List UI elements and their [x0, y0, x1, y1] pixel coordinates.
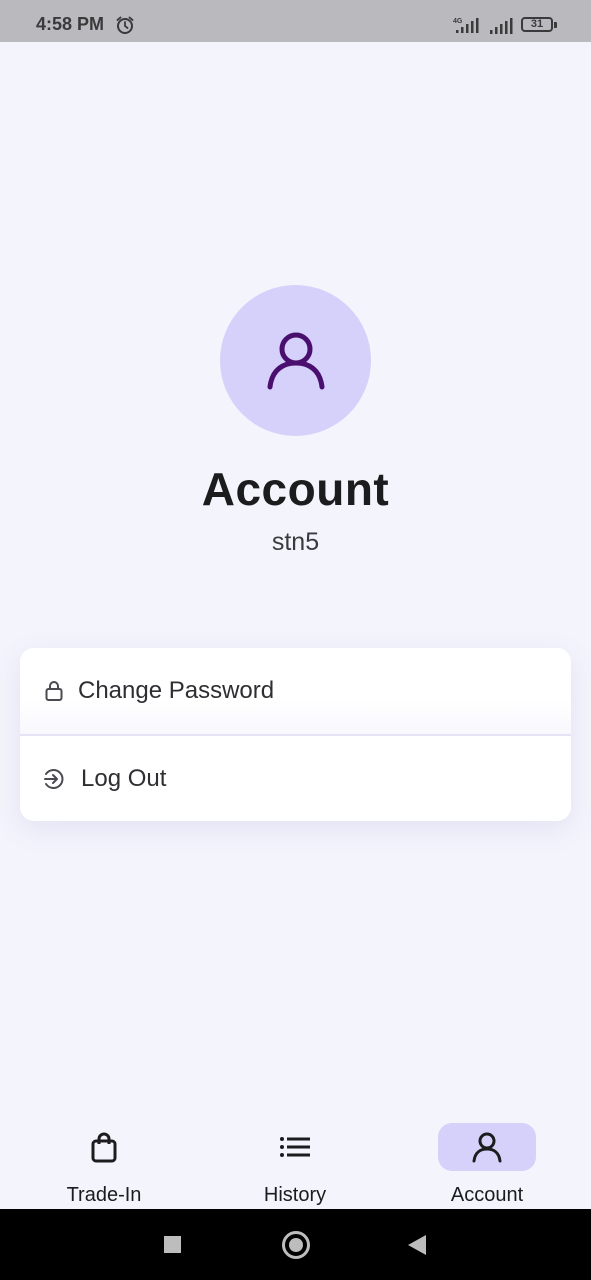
alarm-icon: [116, 16, 134, 34]
lock-icon: [45, 681, 63, 701]
nav-item-account[interactable]: Account: [427, 1108, 547, 1209]
change-password-item[interactable]: Change Password: [20, 648, 571, 736]
battery-icon: 31: [521, 17, 553, 32]
nav-label-history: History: [263, 1184, 327, 1206]
home-icon-inner: [289, 1238, 303, 1252]
battery-level: 31: [530, 18, 544, 30]
shopping-bag-icon: [91, 1132, 117, 1163]
nav-pill-history: [246, 1123, 344, 1171]
battery-tip: [554, 22, 557, 28]
status-time: 4:58 PM: [36, 14, 105, 34]
user-icon: [267, 332, 324, 389]
account-menu-card: Change Password Log Out: [20, 648, 571, 821]
log-out-label: Log Out: [81, 765, 167, 792]
nav-item-trade-in[interactable]: Trade-In: [44, 1108, 164, 1209]
page-title: Account: [201, 463, 390, 515]
nav-pill-account: [438, 1123, 536, 1171]
log-out-item[interactable]: Log Out: [20, 736, 571, 821]
list-icon: [280, 1137, 310, 1157]
svg-text:4G: 4G: [453, 18, 463, 25]
status-bar: 4:58 PM 4G 31: [0, 0, 591, 42]
back-icon[interactable]: [407, 1234, 427, 1256]
username: stn5: [271, 528, 320, 556]
user-icon: [472, 1132, 502, 1163]
recent-apps-icon[interactable]: [164, 1236, 181, 1253]
nav-label-account: Account: [450, 1184, 524, 1206]
signal-4g-icon: 4G: [453, 18, 479, 33]
nav-item-history[interactable]: History: [235, 1108, 355, 1209]
nav-pill-trade-in: [55, 1123, 153, 1171]
change-password-label: Change Password: [78, 677, 275, 704]
nav-label-trade-in: Trade-In: [66, 1184, 142, 1206]
bottom-navigation: Trade-In History Account: [0, 1108, 591, 1209]
signal-icon: [490, 18, 513, 34]
avatar: [220, 285, 371, 436]
home-icon[interactable]: [282, 1231, 310, 1259]
logout-icon: [44, 769, 64, 789]
system-navigation-bar: [0, 1209, 591, 1280]
